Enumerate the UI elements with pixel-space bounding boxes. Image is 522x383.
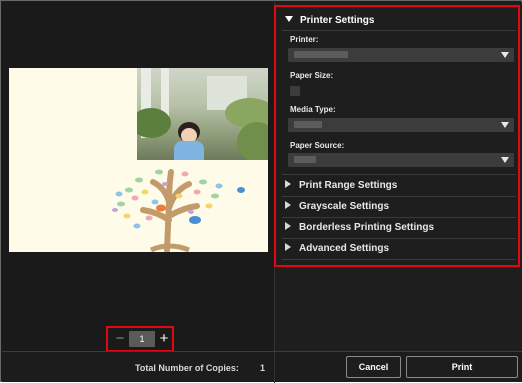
printer-settings-header[interactable]: Printer Settings — [285, 15, 374, 26]
print-dialog: − 1 + Printer Settings Printer: Paper Si… — [0, 0, 522, 383]
increment-button[interactable]: + — [158, 329, 170, 349]
section-print-range[interactable]: Print Range Settings — [285, 176, 515, 196]
decrement-button[interactable]: − — [114, 329, 126, 349]
total-copies-label: Total Number of Copies: — [135, 363, 239, 373]
print-preview — [9, 68, 268, 252]
section-label: Borderless Printing Settings — [299, 222, 435, 233]
print-button[interactable]: Print — [406, 356, 518, 378]
paper-source-value-blurred — [294, 156, 316, 163]
media-type-select[interactable] — [288, 118, 514, 132]
media-type-label: Media Type: — [290, 105, 336, 114]
paper-source-select[interactable] — [288, 153, 514, 167]
chevron-down-icon — [501, 157, 509, 163]
section-label: Grayscale Settings — [299, 201, 390, 212]
collapsed-triangle-icon — [285, 222, 291, 230]
collapsed-triangle-icon — [285, 201, 291, 209]
chevron-down-icon — [501, 122, 509, 128]
footer-divider — [274, 352, 275, 383]
section-grayscale[interactable]: Grayscale Settings — [285, 197, 515, 217]
cancel-button[interactable]: Cancel — [346, 356, 401, 378]
settings-panel: Printer Settings Printer: Paper Size: Me… — [274, 5, 520, 267]
collapsed-triangle-icon — [285, 180, 291, 188]
divider — [282, 174, 516, 175]
media-type-value-blurred — [294, 121, 322, 128]
chevron-down-icon — [501, 52, 509, 58]
paper-size-value — [290, 86, 300, 96]
total-copies-value: 1 — [260, 363, 266, 373]
printer-settings-title: Printer Settings — [300, 15, 375, 26]
photo-thumbnail — [137, 68, 268, 160]
section-borderless[interactable]: Borderless Printing Settings — [285, 218, 515, 238]
copies-input[interactable]: 1 — [129, 331, 155, 347]
section-label: Advanced Settings — [299, 243, 390, 254]
divider — [282, 259, 516, 260]
printer-value-blurred — [294, 51, 348, 58]
expanded-triangle-icon — [285, 16, 293, 22]
printer-select[interactable] — [288, 48, 514, 62]
section-advanced[interactable]: Advanced Settings — [285, 239, 515, 259]
preview-pane: − 1 + — [2, 2, 274, 352]
collapsed-triangle-icon — [285, 243, 291, 251]
footer-bar: Total Number of Copies: 1 Cancel Print — [2, 351, 522, 383]
copies-stepper: − 1 + — [106, 326, 174, 352]
paper-source-label: Paper Source: — [290, 141, 345, 150]
paper-size-label: Paper Size: — [290, 71, 334, 80]
section-label: Print Range Settings — [299, 180, 398, 191]
printer-label: Printer: — [290, 35, 319, 44]
tree-illustration — [112, 169, 245, 252]
divider — [282, 30, 516, 31]
